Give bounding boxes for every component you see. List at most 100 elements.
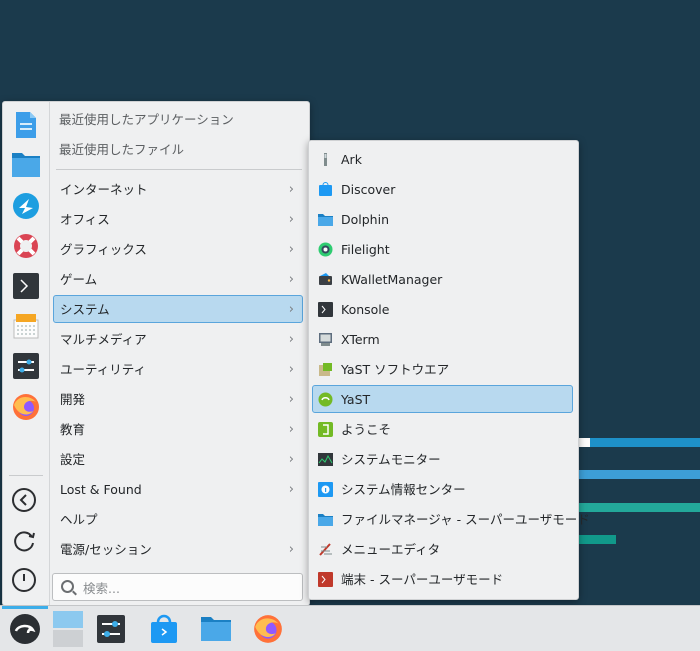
category-label: 開発 (60, 392, 86, 407)
recent-applications[interactable]: 最近使用したアプリケーション (59, 107, 234, 133)
app-ark[interactable]: Ark (312, 145, 573, 173)
app-label: システムモニター (341, 452, 441, 467)
category-help[interactable]: ヘルプ (53, 505, 303, 533)
category-development[interactable]: 開発 › (53, 385, 303, 413)
restart-icon[interactable] (12, 528, 36, 552)
app-kwalletmanager[interactable]: KWalletManager (312, 265, 573, 293)
terminal-icon[interactable] (11, 271, 41, 301)
app-label: YaST ソフトウエア (341, 362, 450, 377)
document-icon[interactable] (11, 110, 41, 140)
firefox-icon[interactable] (251, 612, 285, 646)
app-label: メニューエディタ (341, 542, 441, 557)
app-yast-software[interactable]: YaST ソフトウエア (312, 355, 573, 383)
system-settings-icon[interactable] (94, 612, 128, 646)
category-utilities[interactable]: ユーティリティ › (53, 355, 303, 383)
discover-icon (319, 182, 332, 196)
taskbar (0, 605, 700, 651)
wallet-icon (319, 273, 332, 285)
category-office[interactable]: オフィス › (53, 205, 303, 233)
opensuse-launcher-icon[interactable] (8, 612, 42, 646)
category-label: 教育 (60, 422, 86, 437)
menu-editor-icon (319, 543, 332, 556)
favorites-column (3, 102, 50, 605)
settings-sliders-icon[interactable] (11, 351, 41, 381)
category-label: ユーティリティ (60, 362, 147, 377)
app-info-center[interactable]: システム情報センター (312, 475, 573, 503)
search-field[interactable] (52, 573, 303, 601)
category-power-session[interactable]: 電源/セッション › (53, 535, 303, 563)
chevron-right-icon: › (288, 542, 294, 557)
recent-files[interactable]: 最近使用したファイル (59, 137, 184, 163)
app-label: Dolphin (341, 212, 389, 227)
app-label: 端末 - スーパーユーザモード (341, 572, 504, 587)
category-label: Lost & Found (60, 482, 142, 497)
discover-icon[interactable] (147, 612, 181, 646)
system-monitor-icon (318, 453, 333, 466)
category-internet[interactable]: インターネット › (53, 175, 303, 203)
help-lifebuoy-icon[interactable] (11, 231, 41, 261)
app-label: システム情報センター (341, 482, 466, 497)
kde-connect-icon[interactable] (11, 191, 41, 221)
terminal-root-icon (318, 572, 333, 587)
app-label: Konsole (341, 302, 390, 317)
favorites-separator (9, 475, 43, 476)
category-label: インターネット (60, 182, 148, 197)
app-system-monitor[interactable]: システムモニター (312, 445, 573, 473)
chevron-right-icon: › (288, 182, 294, 197)
logout-icon[interactable] (12, 488, 36, 512)
category-games[interactable]: ゲーム › (53, 265, 303, 293)
category-settings[interactable]: 設定 › (53, 445, 303, 473)
firefox-icon[interactable] (11, 392, 41, 422)
chevron-right-icon: › (288, 242, 294, 257)
chevron-right-icon: › (288, 452, 294, 467)
category-label: マルチメディア (60, 332, 147, 347)
app-terminal-root[interactable]: 端末 - スーパーユーザモード (312, 565, 573, 593)
app-xterm[interactable]: XTerm (312, 325, 573, 353)
wallpaper-stripe (578, 438, 590, 447)
app-menu-editor[interactable]: メニューエディタ (312, 535, 573, 563)
chevron-right-icon: › (288, 362, 294, 377)
chevron-right-icon: › (288, 272, 294, 287)
app-label: Ark (341, 152, 362, 167)
app-discover[interactable]: Discover (312, 175, 573, 203)
chevron-right-icon: › (288, 332, 294, 347)
folder-root-icon (318, 514, 333, 526)
folder-icon[interactable] (11, 150, 41, 180)
category-label: システム (60, 302, 110, 317)
pager-icon[interactable] (51, 610, 85, 648)
system-info-icon[interactable] (11, 311, 41, 341)
app-dolphin[interactable]: Dolphin (312, 205, 573, 233)
app-label: XTerm (341, 332, 380, 347)
app-label: YaST (341, 392, 371, 407)
app-file-manager-root[interactable]: ファイルマネージャ - スーパーユーザモード (312, 505, 590, 533)
category-label: 電源/セッション (60, 542, 152, 557)
category-multimedia[interactable]: マルチメディア › (53, 325, 303, 353)
shutdown-icon[interactable] (12, 568, 36, 592)
category-system[interactable]: システム › (53, 295, 303, 323)
dolphin-icon[interactable] (199, 612, 233, 646)
launcher-active-indicator (2, 606, 48, 609)
app-filelight[interactable]: Filelight (312, 235, 573, 263)
application-menu: 最近使用したアプリケーション 最近使用したファイル インターネット › オフィス ›… (2, 101, 310, 606)
category-label: 設定 (60, 452, 86, 467)
filelight-icon (318, 242, 333, 257)
xterm-icon (319, 333, 332, 346)
category-education[interactable]: 教育 › (53, 415, 303, 443)
search-input[interactable] (81, 577, 295, 599)
wallpaper-stripe (578, 503, 700, 512)
info-center-icon (318, 482, 333, 497)
yast-icon (318, 392, 333, 407)
archive-icon (324, 153, 327, 166)
yast-software-icon (319, 363, 332, 376)
category-label: ヘルプ (60, 512, 98, 527)
category-lost-and-found[interactable]: Lost & Found › (53, 475, 303, 503)
category-separator (56, 169, 302, 170)
search-icon (61, 580, 74, 593)
category-graphics[interactable]: グラフィックス › (53, 235, 303, 263)
wallpaper-stripe (590, 438, 700, 447)
app-label: ようこそ (341, 422, 392, 437)
app-welcome[interactable]: ようこそ (312, 415, 573, 443)
app-yast[interactable]: YaST (312, 385, 573, 413)
app-konsole[interactable]: Konsole (312, 295, 573, 323)
chevron-right-icon: › (288, 302, 294, 317)
